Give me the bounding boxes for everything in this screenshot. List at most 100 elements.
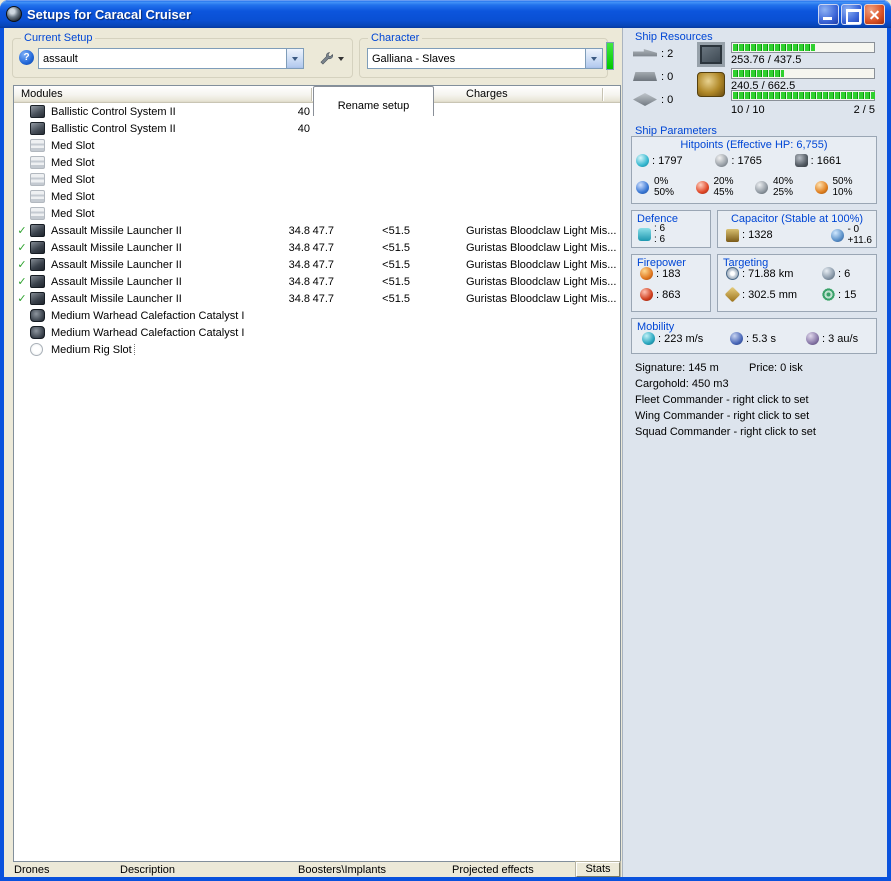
module-stat-1: 34.8 bbox=[288, 224, 310, 237]
hitpoints-panel: Hitpoints (Effective HP: 6,755) : 1797 :… bbox=[631, 136, 877, 204]
speed-value: : 223 m/s bbox=[658, 332, 704, 345]
resistance-cell: 20% 45% bbox=[695, 176, 756, 198]
module-row[interactable]: Medium Rig Slot bbox=[14, 341, 620, 358]
targeting-row-2: : 302.5 mm : 15 bbox=[724, 286, 872, 303]
setup-select[interactable]: assault bbox=[38, 48, 304, 69]
column-header-charges[interactable]: Charges bbox=[466, 88, 508, 100]
header-separator bbox=[311, 88, 312, 101]
bottom-tab[interactable]: Description bbox=[120, 864, 175, 876]
module-name: Ballistic Control System II bbox=[51, 122, 176, 135]
module-stat-3: <51.5 bbox=[382, 241, 410, 254]
warp-speed-icon bbox=[806, 332, 819, 345]
module-charge: Guristas Bloodclaw Light Mis... bbox=[466, 258, 617, 271]
module-row[interactable]: ✓ Assault Missile Launcher II 34.8 47.7 … bbox=[14, 222, 620, 239]
damage-type-icon bbox=[636, 180, 649, 194]
resistance-values: 0% 50% bbox=[654, 176, 674, 198]
hardpoint-row: : 0 bbox=[633, 65, 695, 88]
close-button[interactable] bbox=[864, 3, 885, 25]
structure-hp: : 1661 bbox=[810, 154, 842, 167]
module-rows: Ballistic Control System II 40 Ballistic… bbox=[14, 103, 620, 861]
resistance-values: 50% 10% bbox=[833, 176, 853, 198]
module-row[interactable]: ✓ Assault Missile Launcher II 34.8 47.7 … bbox=[14, 290, 620, 307]
tab-rename-setup[interactable]: Rename setup bbox=[313, 86, 434, 116]
wrench-icon bbox=[319, 52, 333, 65]
structure-icon bbox=[794, 154, 808, 167]
module-row[interactable]: Medium Warhead Calefaction Catalyst I bbox=[14, 307, 620, 324]
character-select[interactable]: Galliana - Slaves bbox=[367, 48, 603, 69]
damage-type-icon bbox=[814, 180, 828, 194]
capacitor-values: : 1328 - 0 +11.6 bbox=[726, 224, 872, 246]
current-setup-label: Current Setup bbox=[21, 32, 96, 44]
module-name: Med Slot bbox=[51, 156, 95, 169]
module-name: Ballistic Control System II bbox=[51, 105, 176, 118]
max-targets: : 6 bbox=[838, 267, 851, 280]
module-stat-2: 47.7 bbox=[312, 275, 334, 288]
hardpoint-count: : 2 bbox=[661, 47, 674, 60]
bottom-tab[interactable]: Stats bbox=[576, 862, 620, 877]
resistance-cell: 0% 50% bbox=[636, 176, 696, 198]
fleet-commander-text[interactable]: Fleet Commander - right click to set bbox=[635, 394, 809, 406]
module-row[interactable]: Med Slot bbox=[14, 205, 620, 222]
armor-resist: 25% bbox=[773, 187, 794, 198]
capacitor-icon bbox=[726, 228, 739, 242]
fitted-check-icon: ✓ bbox=[17, 224, 27, 237]
defence-panel: Defence : 6 : 6 bbox=[631, 210, 711, 248]
module-row[interactable]: Ballistic Control System II 40 bbox=[14, 120, 620, 137]
right-panel: Ship Resources : 2 : 0 : 0 253.76 / 437.… bbox=[622, 28, 887, 877]
character-select-arrow-icon[interactable] bbox=[585, 49, 602, 68]
module-name: Med Slot bbox=[51, 207, 95, 220]
defence-values: : 6 : 6 bbox=[638, 223, 665, 245]
module-row[interactable]: Med Slot bbox=[14, 137, 620, 154]
module-name: Med Slot bbox=[51, 173, 95, 186]
calibration-bar bbox=[731, 90, 875, 101]
module-name: Med Slot bbox=[51, 139, 95, 152]
calibration-value: 10 / 10 bbox=[731, 104, 765, 116]
module-row[interactable]: Medium Warhead Calefaction Catalyst I bbox=[14, 324, 620, 341]
module-name: Assault Missile Launcher II bbox=[51, 241, 182, 254]
armor-icon bbox=[715, 154, 729, 167]
help-icon[interactable]: ? bbox=[19, 50, 34, 65]
module-stat-3: <51.5 bbox=[382, 258, 410, 271]
mobility-values: : 223 m/s : 5.3 s : 3 au/s bbox=[642, 332, 872, 345]
resistance-values: 40% 25% bbox=[773, 176, 793, 198]
module-icon bbox=[30, 207, 49, 220]
setup-tools-button[interactable] bbox=[311, 48, 351, 69]
module-stat-1: 34.8 bbox=[288, 292, 310, 305]
module-stat-3: <51.5 bbox=[382, 292, 410, 305]
header-separator bbox=[602, 88, 603, 101]
module-icon bbox=[30, 309, 49, 322]
hardpoint-row: : 2 bbox=[633, 42, 695, 65]
column-header-modules[interactable]: Modules bbox=[21, 88, 63, 100]
bottom-tab[interactable]: Boosters\Implants bbox=[298, 864, 386, 876]
capacitor-recharge: +11.6 bbox=[847, 235, 872, 246]
module-icon bbox=[30, 173, 49, 186]
module-name: Assault Missile Launcher II bbox=[51, 292, 182, 305]
titlebar[interactable]: Setups for Caracal Cruiser bbox=[0, 0, 891, 28]
module-row[interactable]: Med Slot bbox=[14, 154, 620, 171]
module-row[interactable]: Med Slot bbox=[14, 171, 620, 188]
volley-row: : 863 bbox=[640, 288, 680, 301]
bottom-tab[interactable]: Drones bbox=[14, 864, 49, 876]
module-row[interactable]: ✓ Assault Missile Launcher II 34.8 47.7 … bbox=[14, 273, 620, 290]
minimize-button[interactable] bbox=[818, 3, 839, 25]
damage-type-icon bbox=[755, 180, 768, 194]
shield-hp: : 1797 bbox=[652, 154, 683, 167]
module-stat-1: 34.8 bbox=[288, 258, 310, 271]
maximize-button[interactable] bbox=[841, 3, 862, 25]
module-row[interactable]: ✓ Assault Missile Launcher II 34.8 47.7 … bbox=[14, 239, 620, 256]
scan-resolution: : 302.5 mm bbox=[742, 288, 798, 301]
module-row[interactable]: Med Slot bbox=[14, 188, 620, 205]
wing-commander-text[interactable]: Wing Commander - right click to set bbox=[635, 410, 809, 422]
armor-resist: 50% bbox=[654, 187, 675, 198]
bottom-tab[interactable]: Projected effects bbox=[452, 864, 534, 876]
capacitor-usage: - 0 bbox=[847, 224, 860, 235]
setup-select-value: assault bbox=[43, 52, 78, 65]
module-name: Assault Missile Launcher II bbox=[51, 275, 182, 288]
setup-select-arrow-icon[interactable] bbox=[286, 49, 303, 68]
module-stat-3: <51.5 bbox=[382, 224, 410, 237]
fitted-check-icon: ✓ bbox=[17, 241, 27, 254]
module-row[interactable]: ✓ Assault Missile Launcher II 34.8 47.7 … bbox=[14, 256, 620, 273]
squad-commander-text[interactable]: Squad Commander - right click to set bbox=[635, 426, 816, 438]
module-icon bbox=[30, 190, 49, 203]
targeting-range-icon bbox=[726, 267, 739, 280]
